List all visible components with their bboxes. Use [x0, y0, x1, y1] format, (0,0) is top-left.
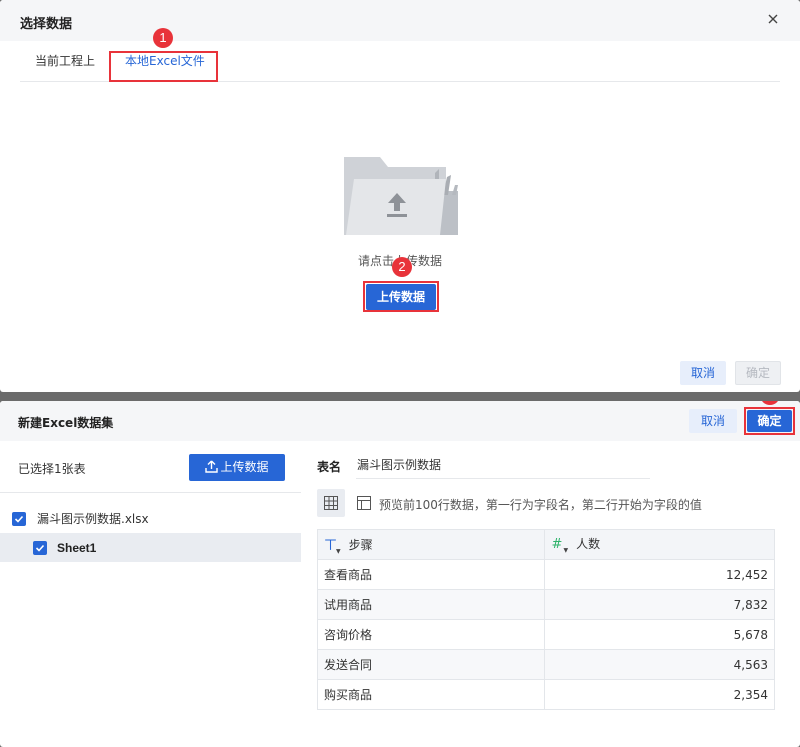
table-row: 试用商品 7,832 [316, 589, 775, 620]
tab-current-project[interactable]: 当前工程上 [35, 41, 95, 82]
confirm-button-disabled[interactable]: 确定 [735, 361, 781, 385]
select-data-dialog: 选择数据 当前工程上 本地Excel文件 1 请点击上传数据 上传数据 2 取消… [0, 0, 800, 392]
preview-pane: 表名 漏斗图示例数据 预览前100行数据，第一行为字段名，第二行开始为字段的值 … [301, 441, 800, 747]
table-cell: 4,563 [544, 649, 775, 680]
table-cell: 发送合同 [316, 649, 546, 680]
layout-icon[interactable] [357, 496, 371, 510]
highlight-box-upload [363, 281, 439, 312]
table-cell: 试用商品 [316, 589, 546, 620]
highlight-box-tab [109, 51, 218, 82]
table-cell: 5,678 [544, 619, 775, 650]
folder-upload-icon [344, 157, 458, 235]
table-cell: 咨询价格 [316, 619, 546, 650]
column-header[interactable]: #▼ 人数 [544, 529, 775, 560]
table-row: 发送合同 4,563 [316, 649, 775, 680]
sheet-list-pane: 已选择1张表 上传数据 漏斗图示例数据.xlsx Sheet1 [0, 441, 301, 747]
table-header-row: ㄒ▼ 步骤 #▼ 人数 [316, 529, 775, 560]
column-header-label: 人数 [576, 537, 601, 551]
column-header-label: 步骤 [348, 538, 373, 552]
sheet-checkbox[interactable] [33, 541, 47, 555]
cancel-button[interactable]: 取消 [689, 409, 737, 433]
text-type-icon[interactable]: ㄒ [324, 534, 346, 553]
column-header[interactable]: ㄒ▼ 步骤 [316, 529, 546, 560]
table-row: 查看商品 12,452 [316, 559, 775, 590]
sheet-name: Sheet1 [57, 541, 97, 555]
cancel-button[interactable]: 取消 [680, 361, 726, 385]
dropdown-caret-icon[interactable]: ▼ [563, 547, 568, 554]
table-name-input[interactable]: 漏斗图示例数据 [356, 451, 650, 479]
sheet-row[interactable]: Sheet1 [0, 533, 301, 562]
table-name-label: 表名 [317, 460, 342, 474]
table-row: 咨询价格 5,678 [316, 619, 775, 650]
close-icon[interactable] [764, 10, 782, 28]
divider [0, 492, 301, 493]
upload-data-button[interactable]: 上传数据 [189, 454, 285, 481]
table-cell: 查看商品 [316, 559, 546, 590]
dialog-title: 选择数据 [20, 17, 73, 32]
grid-view-button[interactable] [317, 489, 345, 517]
dropdown-caret-icon[interactable]: ▼ [336, 548, 341, 555]
new-excel-dataset-dialog: 新建Excel数据集 取消 确定 3 已选择1张表 上传数据 漏斗图示例数据.x… [0, 401, 800, 747]
dialog-header: 新建Excel数据集 取消 确定 [0, 401, 800, 441]
preview-table: ㄒ▼ 步骤 #▼ 人数 查看商品 12,452 试用商品 7,832 咨询价格 5,678… [316, 529, 775, 710]
step-badge-1: 1 [153, 28, 173, 48]
table-cell: 2,354 [544, 679, 775, 710]
table-cell: 购买商品 [316, 679, 546, 710]
table-row: 购买商品 2,354 [316, 679, 775, 710]
highlight-box-confirm [744, 407, 795, 435]
file-name[interactable]: 漏斗图示例数据.xlsx [37, 510, 149, 527]
table-cell: 7,832 [544, 589, 775, 620]
dialog-header: 选择数据 [0, 0, 800, 41]
step-badge-2: 2 [392, 257, 412, 277]
file-checkbox[interactable] [12, 512, 26, 526]
grid-icon [324, 496, 338, 510]
table-cell: 12,452 [544, 559, 775, 590]
selected-count: 已选择1张表 [18, 462, 86, 476]
upload-button-label: 上传数据 [220, 460, 269, 474]
dialog-title: 新建Excel数据集 [18, 416, 114, 430]
upload-icon [205, 460, 219, 473]
preview-hint: 预览前100行数据，第一行为字段名，第二行开始为字段的值 [379, 498, 702, 512]
